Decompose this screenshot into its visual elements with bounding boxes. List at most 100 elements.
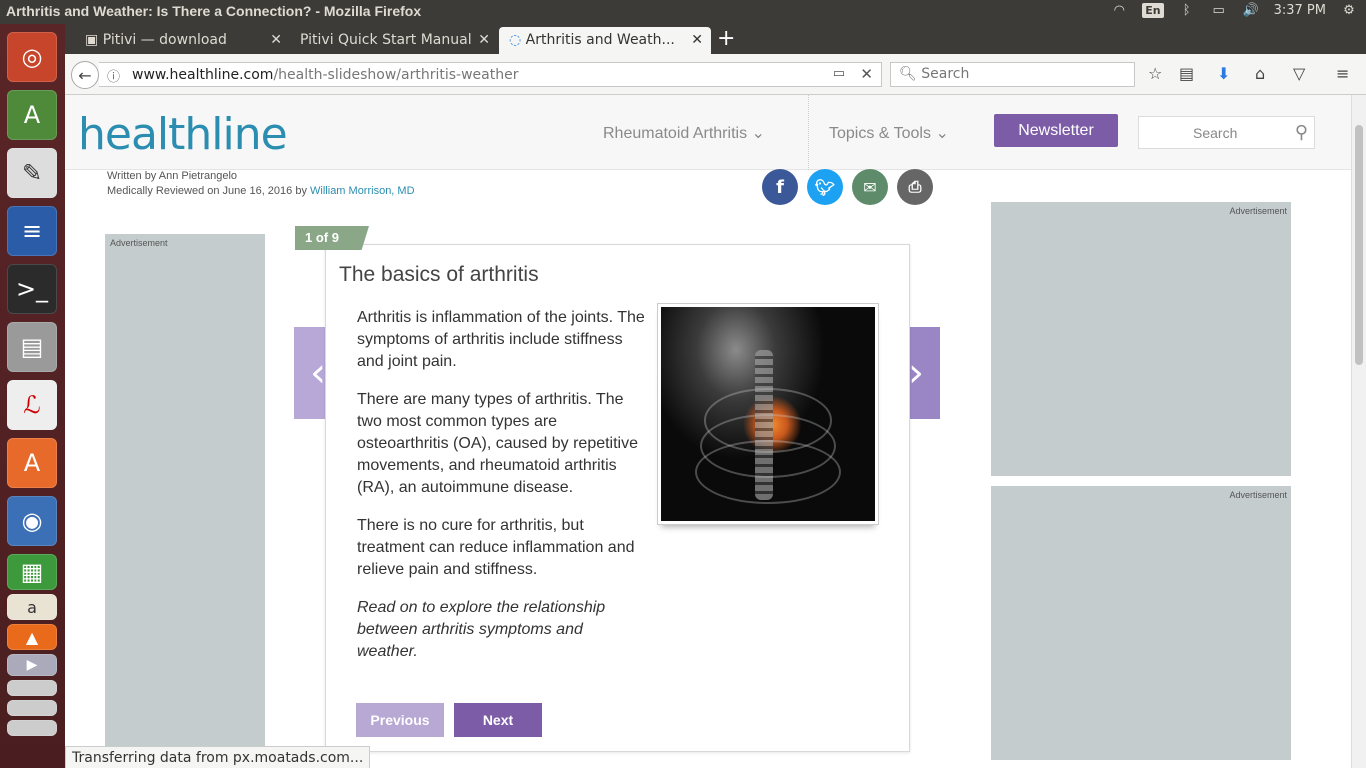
new-tab-button[interactable]: + — [717, 26, 735, 51]
slide-paragraph: There is no cure for arthritis, but trea… — [357, 517, 635, 578]
slide-paragraph: Arthritis is inflammation of the joints.… — [357, 309, 645, 370]
author-line: Written by Ann Pietrangelo — [107, 170, 238, 182]
trash-stack-icon[interactable] — [7, 680, 57, 696]
keyboard-language-indicator[interactable]: En — [1142, 2, 1164, 18]
slide-counter: 1 of 9 — [295, 226, 369, 250]
url-path: /health-slideshow/arthritis-weather — [273, 67, 519, 83]
status-bar: Transferring data from px.moatads.com... — [65, 746, 371, 768]
document-viewer-icon[interactable]: ℒ — [7, 380, 57, 430]
writer-icon[interactable]: ≡ — [7, 206, 57, 256]
workspace-icon[interactable] — [7, 700, 57, 716]
info-icon[interactable]: ⓘ — [107, 66, 120, 85]
ad-label: Advertisement — [110, 238, 168, 248]
settings-gear-icon[interactable]: ⚙ — [1340, 2, 1358, 18]
firefox-icon[interactable]: ◉ — [7, 496, 57, 546]
tab-arthritis-weather[interactable]: ◌ Arthritis and Weath... ✕ — [499, 27, 711, 54]
url-bar[interactable]: ⓘ www.healthline.com/health-slideshow/ar… — [99, 62, 882, 87]
reading-list-icon[interactable]: ▤ — [1179, 64, 1194, 83]
menu-hamburger-icon[interactable]: ≡ — [1336, 64, 1349, 83]
nav-label: Topics & Tools — [829, 125, 931, 142]
launcher-item-icon[interactable]: ▶ — [7, 654, 57, 676]
scrollbar-thumb[interactable] — [1355, 125, 1363, 365]
url-domain: www.healthline.com — [132, 67, 274, 83]
slide-paragraph: There are many types of arthritis. The t… — [357, 391, 639, 496]
launcher-extra-icon[interactable] — [7, 720, 57, 736]
system-tray: ◠ En ᛒ ▭ 🔊 3:37 PM ⚙ — [1110, 2, 1358, 18]
nav-topics-tools[interactable]: Topics & Tools ⌄ — [829, 123, 949, 143]
web-page: healthline Rheumatoid Arthritis ⌄ Topics… — [65, 95, 1351, 768]
right-advertisement-bottom[interactable]: Advertisement — [991, 486, 1291, 760]
bookmark-star-icon[interactable]: ☆ — [1148, 64, 1162, 83]
site-header: healthline Rheumatoid Arthritis ⌄ Topics… — [65, 95, 1351, 170]
downloads-icon[interactable]: ⬇ — [1217, 64, 1230, 83]
chevron-down-icon: ⌄ — [935, 125, 949, 142]
print-icon[interactable]: ⎙ — [897, 169, 933, 205]
next-button[interactable]: Next — [454, 703, 542, 737]
tab-label: Pitivi — download — [102, 32, 227, 48]
nav-label: Rheumatoid Arthritis — [603, 125, 748, 142]
search-icon: 🔍︎ — [899, 66, 917, 82]
nav-divider — [808, 95, 809, 170]
reviewer-link[interactable]: William Morrison, MD — [310, 185, 415, 197]
url-text[interactable]: www.healthline.com/health-slideshow/arth… — [132, 67, 518, 83]
chevron-right-icon: › — [908, 350, 924, 396]
tab-pitivi-download[interactable]: ▣ Pitivi — download ✕ — [75, 27, 290, 54]
volume-icon[interactable]: 🔊 — [1242, 2, 1260, 18]
previous-button[interactable]: Previous — [356, 703, 444, 737]
close-icon[interactable]: ✕ — [691, 32, 703, 48]
text-editor-icon[interactable]: ✎ — [7, 148, 57, 198]
pocket-icon[interactable]: ▽ — [1293, 64, 1305, 83]
chevron-down-icon: ⌄ — [751, 125, 765, 142]
review-prefix: Medically Reviewed on June 16, 2016 by — [107, 185, 307, 197]
wifi-icon[interactable]: ◠ — [1110, 2, 1128, 18]
facebook-share-icon[interactable]: f — [762, 169, 798, 205]
tab-pitivi-manual[interactable]: Pitivi Quick Start Manual ✕ — [290, 27, 498, 54]
unity-launcher: ◎ A ✎ ≡ >_ ▤ ℒ A ◉ ▦ a ▲ ▶ — [0, 24, 65, 768]
amazon-icon[interactable]: a — [7, 594, 57, 620]
left-advertisement[interactable]: Advertisement — [105, 234, 265, 768]
home-icon[interactable]: ⌂ — [1255, 64, 1265, 83]
window-title: Arthritis and Weather: Is There a Connec… — [6, 3, 422, 19]
right-advertisement-top[interactable]: Advertisement — [991, 202, 1291, 476]
android-studio-icon[interactable]: A — [7, 90, 57, 140]
email-share-icon[interactable]: ✉ — [852, 169, 888, 205]
close-icon[interactable]: ✕ — [270, 32, 282, 48]
navigation-bar: ← ⓘ www.healthline.com/health-slideshow/… — [65, 54, 1366, 95]
tab-label: Pitivi Quick Start Manual — [300, 32, 472, 48]
stop-icon[interactable]: ✕ — [860, 65, 873, 83]
slide-body: Arthritis is inflammation of the joints.… — [357, 307, 647, 679]
search-icon[interactable]: ⚲ — [1295, 122, 1308, 143]
ad-label: Advertisement — [1229, 490, 1287, 500]
search-placeholder: Search — [1193, 125, 1238, 141]
battery-icon[interactable]: ▭ — [1210, 2, 1228, 18]
search-placeholder: Search — [921, 66, 970, 82]
slide-card: The basics of arthritis Arthritis is inf… — [325, 244, 910, 752]
browser-search-input[interactable]: 🔍︎ Search — [890, 62, 1135, 87]
tab-favicon-icon: ▣ — [85, 32, 99, 48]
ad-label: Advertisement — [1229, 206, 1287, 216]
tab-bar: ▣ Pitivi — download ✕ Pitivi Quick Start… — [65, 24, 1366, 54]
calc-icon[interactable]: ▦ — [7, 554, 57, 590]
arthritis-shoulder-image — [657, 303, 879, 525]
page-scrollbar[interactable] — [1351, 95, 1366, 768]
bluetooth-icon[interactable]: ᛒ — [1178, 2, 1196, 18]
clock[interactable]: 3:37 PM — [1274, 3, 1326, 18]
loading-spinner-icon: ◌ — [509, 32, 522, 48]
reader-view-icon[interactable]: ▭ — [833, 66, 845, 81]
tab-label: Arthritis and Weath... — [525, 32, 675, 48]
system-top-bar: Arthritis and Weather: Is There a Connec… — [0, 0, 1366, 24]
site-search-input[interactable]: Search ⚲ — [1138, 116, 1315, 149]
healthline-logo[interactable]: healthline — [78, 109, 288, 160]
ubuntu-dash-icon[interactable]: ◎ — [7, 32, 57, 82]
files-icon[interactable]: ▤ — [7, 322, 57, 372]
vlc-icon[interactable]: ▲ — [7, 624, 57, 650]
close-icon[interactable]: ✕ — [478, 32, 490, 48]
back-button[interactable]: ← — [71, 61, 99, 89]
terminal-icon[interactable]: >_ — [7, 264, 57, 314]
newsletter-button[interactable]: Newsletter — [994, 114, 1118, 147]
twitter-share-icon[interactable]: 🐦︎ — [807, 169, 843, 205]
nav-rheumatoid-arthritis[interactable]: Rheumatoid Arthritis ⌄ — [603, 123, 765, 143]
software-center-icon[interactable]: A — [7, 438, 57, 488]
slide-title: The basics of arthritis — [339, 263, 539, 286]
slide-closing: Read on to explore the relationship betw… — [357, 599, 606, 660]
